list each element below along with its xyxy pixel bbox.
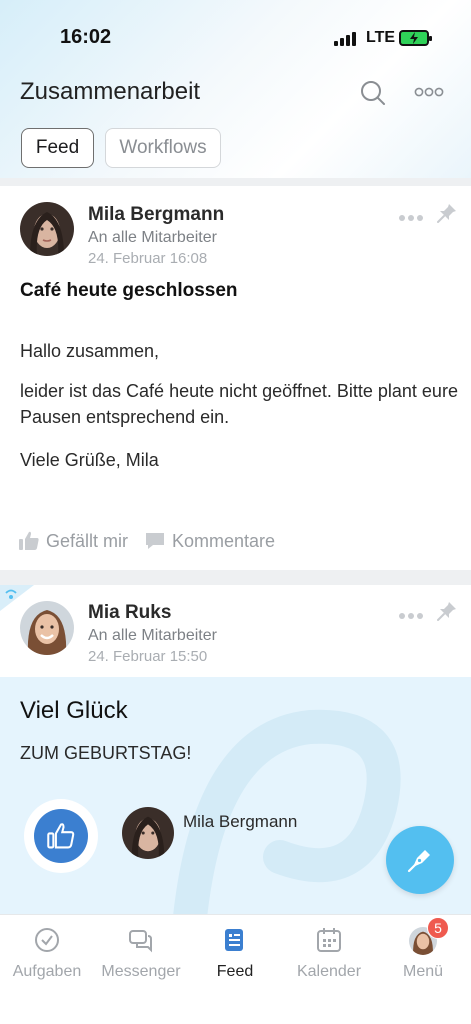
post-author[interactable]: Mia Ruks xyxy=(88,602,171,624)
like-button[interactable]: Gefällt mir xyxy=(18,530,128,552)
like-button[interactable] xyxy=(24,799,98,873)
greeting-title: Viel Glück xyxy=(20,697,128,724)
post-date: 24. Februar 16:08 xyxy=(88,250,208,267)
notification-badge: 5 xyxy=(427,917,449,939)
compose-button[interactable] xyxy=(386,826,454,894)
chat-icon xyxy=(129,930,152,953)
post-title: Café heute geschlossen xyxy=(20,280,238,301)
post-author[interactable]: Mila Bergmann xyxy=(88,204,224,226)
comment-icon xyxy=(146,533,165,549)
post-actions: Gefällt mir Kommentare xyxy=(18,528,291,554)
tab-label: Kalender xyxy=(296,963,362,980)
tab-aufgaben[interactable]: Aufgaben xyxy=(0,927,94,987)
thumbs-up-icon xyxy=(34,809,88,863)
status-bar: 16:02 LTE xyxy=(0,26,471,52)
bottom-tab-bar: Aufgaben Messenger Feed Kalender 5 Menü xyxy=(0,914,471,1024)
search-icon[interactable] xyxy=(360,80,386,106)
tab-label: Feed xyxy=(216,963,254,980)
comments-label: Kommentare xyxy=(172,530,276,551)
comments-button[interactable]: Kommentare xyxy=(144,531,275,552)
feed-icon xyxy=(225,929,243,951)
tab-label: Menü xyxy=(402,963,444,980)
tab-menu[interactable]: 5 Menü xyxy=(376,917,470,987)
post-body-line: leider ist das Café heute nicht geöffnet… xyxy=(20,381,458,427)
tab-feed-nav[interactable]: Feed xyxy=(188,927,282,987)
post-audience: An alle Mitarbeiter xyxy=(88,627,217,644)
post-body-line: Viele Grüße, Mila xyxy=(20,450,159,470)
avatar[interactable] xyxy=(20,202,74,256)
calendar-icon xyxy=(317,928,341,952)
tab-label: Messenger xyxy=(101,963,181,980)
like-label: Gefällt mir xyxy=(46,530,129,551)
avatar[interactable] xyxy=(20,601,74,655)
post-card: Mila Bergmann An alle Mitarbeiter 24. Fe… xyxy=(0,186,471,570)
battery-icon xyxy=(399,30,432,46)
post-more-icon[interactable] xyxy=(398,209,424,221)
tab-feed[interactable]: Feed xyxy=(21,128,94,168)
app-header: 16:02 LTE Zusammenarbeit Feed Workflows xyxy=(0,0,471,178)
pen-icon xyxy=(407,850,430,873)
network-label: LTE xyxy=(366,29,396,46)
tab-label: Aufgaben xyxy=(12,963,82,980)
tab-kalender[interactable]: Kalender xyxy=(282,927,376,987)
page-title: Zusammenarbeit xyxy=(20,78,201,105)
post-more-icon[interactable] xyxy=(398,607,424,619)
liker-name[interactable]: Mila Bergmann xyxy=(183,812,297,832)
more-icon[interactable] xyxy=(414,82,444,102)
greeting-subtitle: ZUM GEBURTSTAG! xyxy=(20,743,192,763)
pin-icon[interactable] xyxy=(436,202,458,224)
status-time: 16:02 xyxy=(60,26,112,48)
tab-messenger[interactable]: Messenger xyxy=(94,927,188,987)
signal-icon xyxy=(334,32,358,46)
post-body-line: Hallo zusammen, xyxy=(20,341,160,361)
pin-icon[interactable] xyxy=(436,600,458,622)
post-audience: An alle Mitarbeiter xyxy=(88,229,217,246)
tab-workflows[interactable]: Workflows xyxy=(105,128,221,168)
avatar[interactable] xyxy=(122,807,174,859)
thumbs-up-icon xyxy=(19,531,39,550)
post-date: 24. Februar 15:50 xyxy=(88,648,208,665)
check-circle-icon xyxy=(35,928,59,952)
